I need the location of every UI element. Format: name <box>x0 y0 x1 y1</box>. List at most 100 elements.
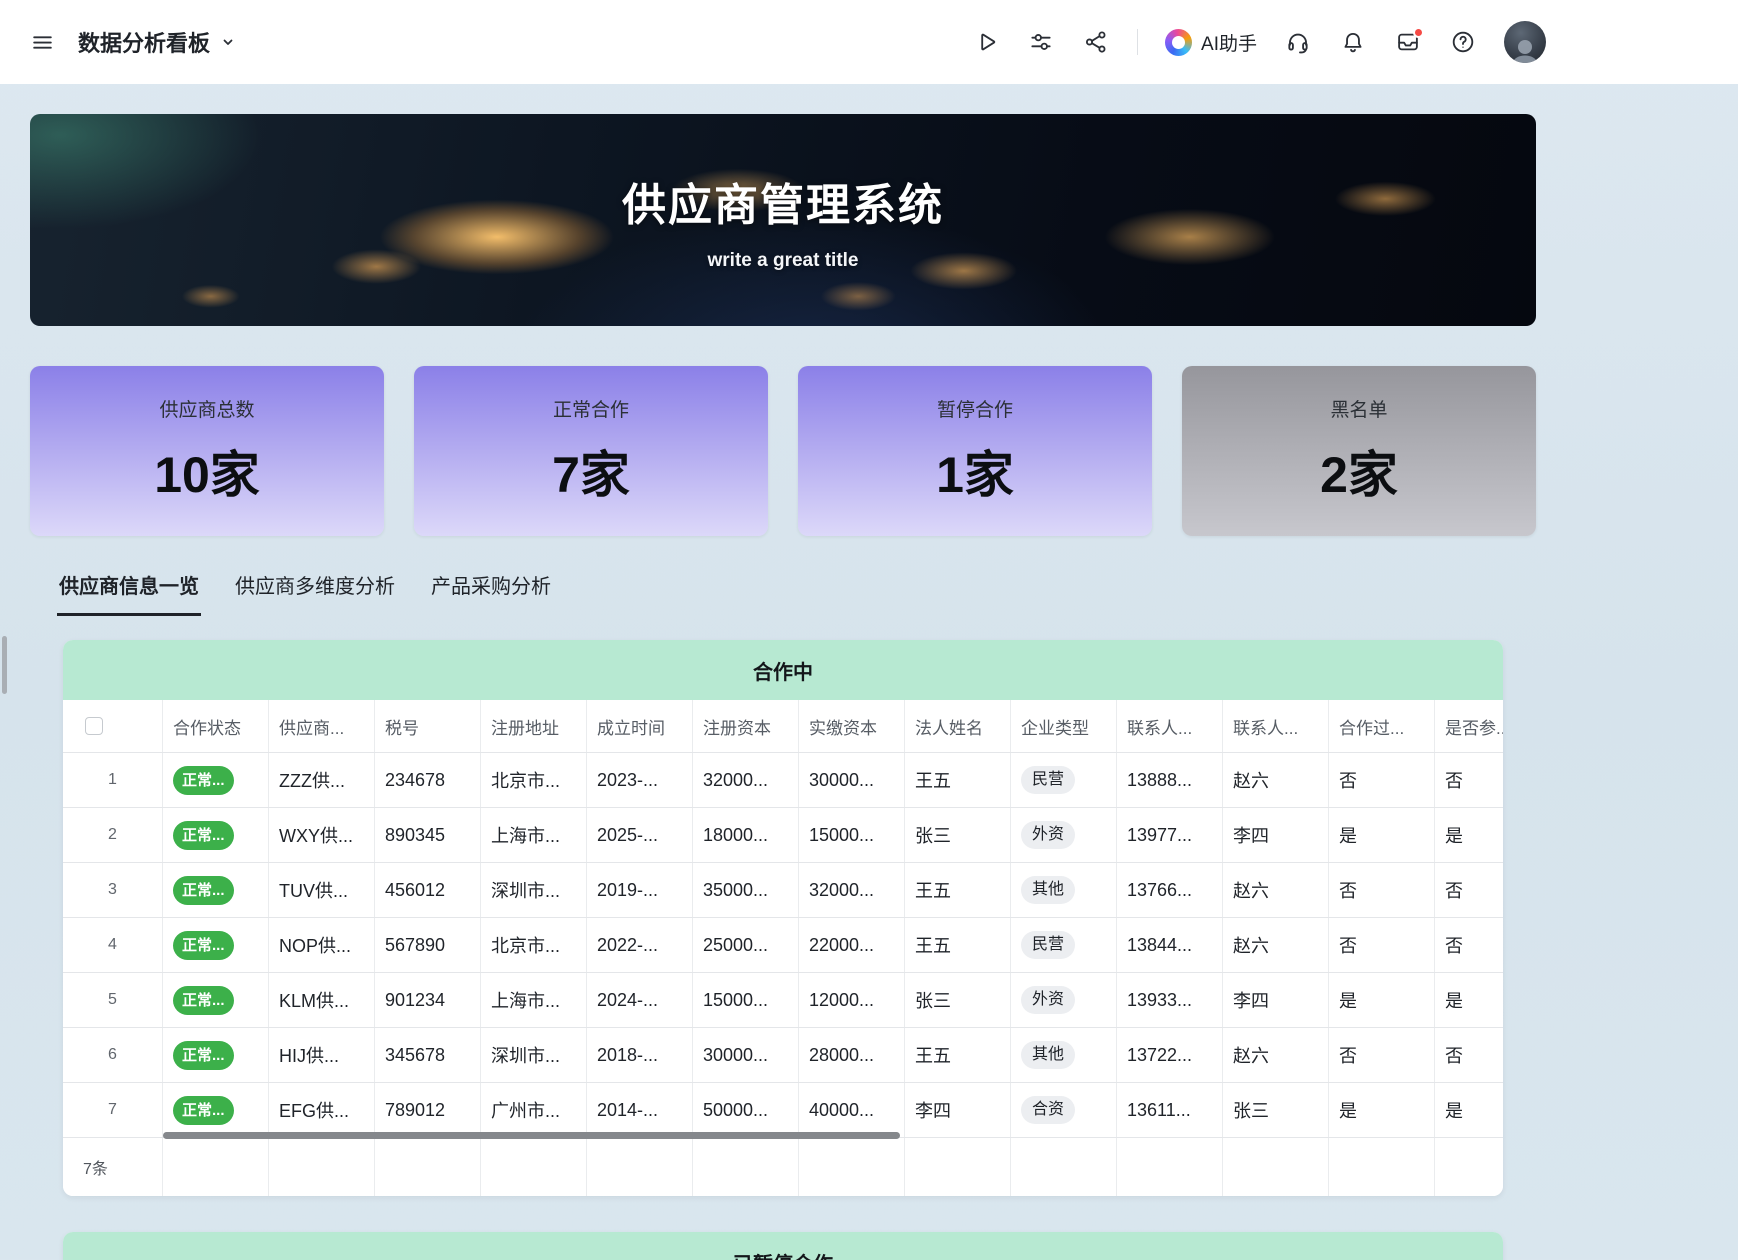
table-cell[interactable]: 深圳市... <box>481 1028 587 1082</box>
table-cell[interactable]: 否 <box>1435 918 1503 972</box>
table-cell[interactable]: 13844... <box>1117 918 1223 972</box>
table-cell[interactable]: 50000... <box>693 1083 799 1137</box>
ai-assistant-button[interactable]: AI助手 <box>1165 29 1257 56</box>
dashboard-title-menu[interactable]: 数据分析看板 <box>78 26 236 58</box>
table-cell[interactable]: HIJ供... <box>269 1028 375 1082</box>
table-cell[interactable]: 否 <box>1435 863 1503 917</box>
table-cell[interactable]: 2023-... <box>587 753 693 807</box>
table-cell[interactable]: 35000... <box>693 863 799 917</box>
column-header[interactable]: 合作过... <box>1329 700 1435 752</box>
vertical-scrollbar[interactable] <box>2 636 7 694</box>
table-cell[interactable]: 上海市... <box>481 808 587 862</box>
table-cell[interactable]: 正常... <box>163 918 269 972</box>
table-cell[interactable]: WXY供... <box>269 808 375 862</box>
table-cell[interactable]: 其他 <box>1011 863 1117 917</box>
column-header[interactable]: 联系人... <box>1117 700 1223 752</box>
sliders-icon[interactable] <box>1027 28 1055 56</box>
table-cell[interactable]: 345678 <box>375 1028 481 1082</box>
table-cell[interactable]: 否 <box>1329 918 1435 972</box>
row-number[interactable]: 1 <box>63 753 163 807</box>
table-cell[interactable]: 890345 <box>375 808 481 862</box>
row-number[interactable]: 2 <box>63 808 163 862</box>
horizontal-scrollbar[interactable] <box>163 1132 900 1139</box>
tab-item[interactable]: 产品采购分析 <box>429 570 553 616</box>
inbox-icon[interactable] <box>1394 28 1422 56</box>
column-header[interactable]: 合作状态 <box>163 700 269 752</box>
table-cell[interactable]: 正常... <box>163 753 269 807</box>
table-cell[interactable]: 901234 <box>375 973 481 1027</box>
table-cell[interactable]: 13933... <box>1117 973 1223 1027</box>
table-cell[interactable]: EFG供... <box>269 1083 375 1137</box>
column-header[interactable]: 供应商... <box>269 700 375 752</box>
row-number[interactable]: 7 <box>63 1083 163 1137</box>
table-cell[interactable]: 正常... <box>163 863 269 917</box>
column-header[interactable]: 法人姓名 <box>905 700 1011 752</box>
table-cell[interactable]: 否 <box>1329 863 1435 917</box>
table-cell[interactable]: 是 <box>1329 973 1435 1027</box>
row-number[interactable]: 6 <box>63 1028 163 1082</box>
table-cell[interactable]: 赵六 <box>1223 918 1329 972</box>
tab-item[interactable]: 供应商多维度分析 <box>233 570 397 616</box>
table-cell[interactable]: 外资 <box>1011 973 1117 1027</box>
row-number[interactable]: 5 <box>63 973 163 1027</box>
table-cell[interactable]: 28000... <box>799 1028 905 1082</box>
table-cell[interactable]: 2022-... <box>587 918 693 972</box>
table-cell[interactable]: 2014-... <box>587 1083 693 1137</box>
table-cell[interactable]: 合资 <box>1011 1083 1117 1137</box>
table-cell[interactable]: 民营 <box>1011 753 1117 807</box>
bell-icon[interactable] <box>1339 28 1367 56</box>
table-cell[interactable]: 赵六 <box>1223 1028 1329 1082</box>
table-cell[interactable]: 32000... <box>799 863 905 917</box>
table-cell[interactable]: ZZZ供... <box>269 753 375 807</box>
table-cell[interactable]: 赵六 <box>1223 753 1329 807</box>
table-cell[interactable]: 王五 <box>905 753 1011 807</box>
column-header[interactable]: 实缴资本 <box>799 700 905 752</box>
table-cell[interactable]: 是 <box>1435 1083 1503 1137</box>
table-cell[interactable]: 李四 <box>905 1083 1011 1137</box>
table-cell[interactable]: 2018-... <box>587 1028 693 1082</box>
tab-item[interactable]: 供应商信息一览 <box>57 570 201 616</box>
table-cell[interactable]: 王五 <box>905 863 1011 917</box>
column-header[interactable]: 成立时间 <box>587 700 693 752</box>
column-header[interactable]: 税号 <box>375 700 481 752</box>
table-cell[interactable]: 是 <box>1329 808 1435 862</box>
table-cell[interactable]: 正常... <box>163 808 269 862</box>
avatar[interactable] <box>1504 21 1546 63</box>
table-cell[interactable]: 民营 <box>1011 918 1117 972</box>
table-cell[interactable]: 2024-... <box>587 973 693 1027</box>
table-cell[interactable]: 正常... <box>163 1028 269 1082</box>
table-cell[interactable]: 30000... <box>693 1028 799 1082</box>
column-header[interactable]: 是否参... <box>1435 700 1503 752</box>
table-cell[interactable]: 2019-... <box>587 863 693 917</box>
table-cell[interactable]: 30000... <box>799 753 905 807</box>
table-cell[interactable]: 13977... <box>1117 808 1223 862</box>
table-cell[interactable]: 正常... <box>163 973 269 1027</box>
table-cell[interactable]: 12000... <box>799 973 905 1027</box>
table-cell[interactable]: 赵六 <box>1223 863 1329 917</box>
table-cell[interactable]: 正常... <box>163 1083 269 1137</box>
table-cell[interactable]: 32000... <box>693 753 799 807</box>
table-cell[interactable]: 25000... <box>693 918 799 972</box>
table-cell[interactable]: 李四 <box>1223 808 1329 862</box>
table-cell[interactable]: TUV供... <box>269 863 375 917</box>
table-cell[interactable]: 567890 <box>375 918 481 972</box>
table-cell[interactable]: 是 <box>1435 808 1503 862</box>
row-number[interactable]: 4 <box>63 918 163 972</box>
select-all-checkbox[interactable] <box>85 717 103 735</box>
table-cell[interactable]: 外资 <box>1011 808 1117 862</box>
table-cell[interactable]: 否 <box>1329 753 1435 807</box>
table-cell[interactable]: 13722... <box>1117 1028 1223 1082</box>
table-cell[interactable]: 2025-... <box>587 808 693 862</box>
table-cell[interactable]: 否 <box>1435 1028 1503 1082</box>
column-header[interactable]: 企业类型 <box>1011 700 1117 752</box>
table-cell[interactable]: 深圳市... <box>481 863 587 917</box>
share-icon[interactable] <box>1082 28 1110 56</box>
table-cell[interactable]: 13766... <box>1117 863 1223 917</box>
table-cell[interactable]: 否 <box>1435 753 1503 807</box>
table-cell[interactable]: 789012 <box>375 1083 481 1137</box>
table-cell[interactable]: 广州市... <box>481 1083 587 1137</box>
table-cell[interactable]: 王五 <box>905 918 1011 972</box>
hero-banner[interactable]: 供应商管理系统 write a great title <box>30 114 1536 326</box>
table-cell[interactable]: 40000... <box>799 1083 905 1137</box>
table-cell[interactable]: 王五 <box>905 1028 1011 1082</box>
